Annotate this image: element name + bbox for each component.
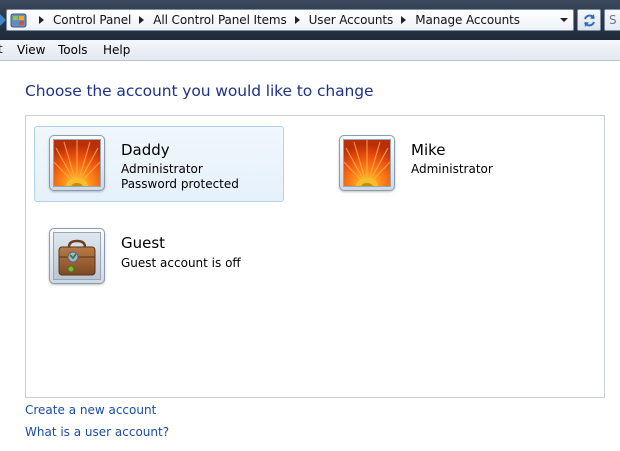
search-placeholder: S [609,13,617,27]
menu-view[interactable]: View [17,43,45,57]
create-account-link[interactable]: Create a new account [25,403,156,417]
account-picture-frame [49,135,105,191]
breadcrumb-control-panel[interactable]: Control Panel [53,13,131,27]
refresh-button[interactable] [577,9,601,31]
breadcrumb-separator-icon[interactable] [401,16,407,24]
menu-item-cut-off[interactable]: t [0,42,3,56]
orange-flower-icon [343,139,391,187]
orange-flower-icon [53,139,101,187]
account-picture-frame [49,228,105,284]
breadcrumb-separator-icon[interactable] [139,16,145,24]
address-field[interactable]: Control Panel All Control Panel Items Us… [6,9,574,31]
account-tile-daddy[interactable]: Daddy Administrator Password protected [34,126,284,202]
menu-help[interactable]: Help [103,43,130,57]
account-type: Guest account is off [121,256,241,270]
account-type: Administrator [411,162,493,176]
menu-tools[interactable]: Tools [58,43,88,57]
account-name: Mike [411,141,446,159]
search-input[interactable]: S [604,9,620,31]
account-status: Password protected [121,177,239,191]
breadcrumb-all-items[interactable]: All Control Panel Items [153,13,286,27]
guest-briefcase-icon [53,232,101,280]
account-name: Daddy [121,141,170,159]
page-title: Choose the account you would like to cha… [25,82,374,100]
what-is-user-account-link[interactable]: What is a user account? [25,425,169,439]
account-tile-mike[interactable]: Mike Administrator [324,126,574,202]
breadcrumb: Control Panel All Control Panel Items Us… [31,10,520,30]
address-dropdown-icon[interactable] [560,18,568,22]
control-panel-icon [10,13,27,28]
breadcrumb-user-accounts[interactable]: User Accounts [309,13,394,27]
account-tile-guest[interactable]: Guest Guest account is off [34,219,284,295]
breadcrumb-separator-icon[interactable] [39,16,44,24]
account-type: Administrator [121,162,203,176]
accounts-panel: Daddy Administrator Password protected M… [25,115,605,398]
breadcrumb-separator-icon[interactable] [294,16,300,24]
breadcrumb-manage-accounts[interactable]: Manage Accounts [415,13,520,27]
address-bar-region: Control Panel All Control Panel Items Us… [0,0,620,40]
refresh-icon [584,14,595,27]
menu-bar: t View Tools Help [0,40,620,61]
account-picture-frame [339,135,395,191]
account-name: Guest [121,234,166,252]
